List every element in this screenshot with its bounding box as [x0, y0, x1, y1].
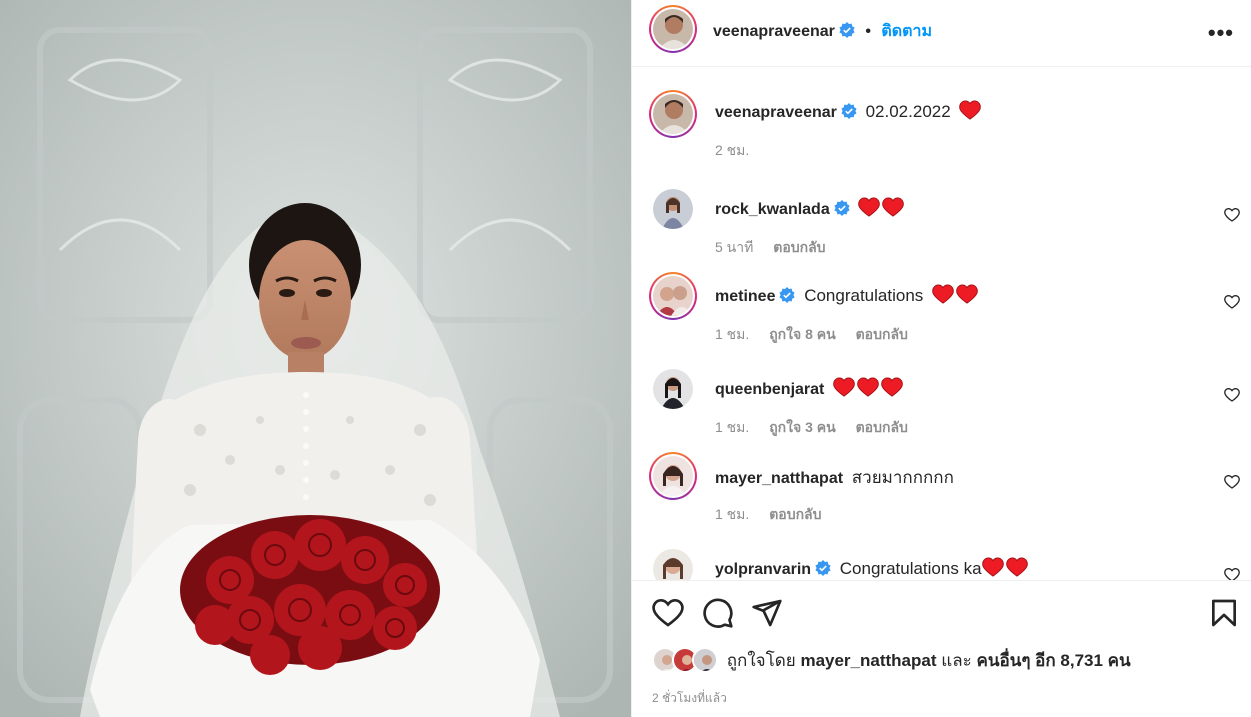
comment-item: yolpranvarin Congratulations ka	[632, 545, 1251, 580]
comment-text: queenbenjarat	[715, 377, 905, 402]
caption-avatar[interactable]	[649, 90, 697, 138]
comment-item: rock_kwanlada 5 นาที ตอบกลับ	[632, 185, 1251, 275]
comment-username[interactable]: mayer_natthapat	[715, 470, 843, 487]
share-send-icon[interactable]	[751, 597, 783, 629]
post-detail-pane: veenapraveenar • ติดตาม ••• veenapraveen…	[631, 0, 1251, 717]
caption-body: 02.02.2022	[865, 102, 951, 121]
comment-item: metinee Congratulations 1 ชม. ถูกใจ 8 คน…	[632, 272, 1251, 362]
reply-button[interactable]: ตอบกลับ	[856, 419, 908, 435]
comment-meta: 5 นาที ตอบกลับ	[715, 237, 842, 259]
post-photo[interactable]	[0, 0, 631, 717]
bookmark-save-icon[interactable]	[1208, 597, 1240, 629]
likes-count[interactable]: คนอื่นๆ อีก 8,731 คน	[977, 651, 1131, 670]
caption-text: veenapraveenar 02.02.2022	[715, 100, 983, 125]
comment-username[interactable]: queenbenjarat	[715, 381, 824, 398]
like-heart-icon[interactable]	[652, 597, 684, 629]
caption-time: 2 ชม.	[715, 142, 750, 158]
comment-username[interactable]: yolpranvarin	[715, 561, 811, 578]
comment-like-heart-icon[interactable]	[1224, 207, 1240, 223]
comment-body: Congratulations ka	[839, 559, 982, 578]
comment-time: 1 ชม.	[715, 419, 750, 435]
bride-photo-illustration	[0, 0, 631, 717]
comment-like-heart-icon[interactable]	[1224, 474, 1240, 490]
post-time-ago[interactable]: 2 ชั่วโมงที่แล้ว	[652, 689, 727, 708]
comment-item: mayer_natthapat สวยมากกกกก 1 ชม. ตอบกลับ	[632, 452, 1251, 542]
comment-meta: 1 ชม. ถูกใจ 8 คน ตอบกลับ	[715, 324, 924, 346]
comment-text: mayer_natthapat สวยมากกกกก	[715, 464, 954, 491]
comment-like-heart-icon[interactable]	[1224, 387, 1240, 403]
verified-badge-icon	[841, 103, 857, 119]
comment-avatar[interactable]	[649, 272, 697, 320]
comment-avatar[interactable]	[653, 189, 693, 229]
liked-by-user[interactable]: mayer_natthapat	[800, 651, 936, 670]
caption-meta: 2 ชม.	[715, 140, 765, 162]
follow-button[interactable]: ติดตาม	[881, 23, 932, 40]
reply-button[interactable]: ตอบกลับ	[773, 239, 825, 255]
reply-button[interactable]: ตอบกลับ	[856, 326, 908, 342]
comment-meta: 1 ชม. ตอบกลับ	[715, 504, 838, 526]
comments-list[interactable]: veenapraveenar 02.02.2022 2 ชม. rock_kwa…	[632, 68, 1251, 580]
verified-badge-icon	[839, 22, 855, 38]
separator-dot: •	[865, 23, 871, 40]
heart-emoji-icon	[858, 197, 906, 222]
verified-badge-icon	[834, 200, 850, 216]
comment-username[interactable]: rock_kwanlada	[715, 201, 830, 218]
comment-avatar[interactable]	[649, 452, 697, 500]
liked-by-prefix: ถูกใจโดย	[726, 651, 796, 670]
comment-time: 1 ชม.	[715, 326, 750, 342]
post-actions: ถูกใจโดย mayer_natthapat และ คนอื่นๆ อีก…	[632, 580, 1251, 717]
caption-username[interactable]: veenapraveenar	[715, 104, 837, 121]
likes-summary: ถูกใจโดย mayer_natthapat และ คนอื่นๆ อีก…	[652, 647, 1131, 674]
reply-button[interactable]: ตอบกลับ	[769, 506, 821, 522]
comment-body: สวยมากกกกก	[851, 468, 954, 487]
comment-meta: 1 ชม. ถูกใจ 3 คน ตอบกลับ	[715, 417, 924, 439]
comment-body: Congratulations	[804, 286, 924, 305]
comment-text: yolpranvarin Congratulations ka	[715, 557, 1030, 580]
heart-emoji-icon	[959, 100, 983, 125]
more-options-icon[interactable]: •••	[1208, 20, 1234, 46]
liked-by-and: และ	[941, 651, 972, 670]
comment-time: 5 นาที	[715, 239, 754, 255]
comment-avatar[interactable]	[653, 369, 693, 409]
comment-time: 1 ชม.	[715, 506, 750, 522]
heart-emoji-icon	[981, 557, 1030, 580]
comment-text: rock_kwanlada	[715, 197, 906, 222]
comment-bubble-icon[interactable]	[702, 597, 734, 629]
heart-emoji-icon	[833, 377, 905, 402]
verified-badge-icon	[815, 560, 831, 576]
comment-username[interactable]: metinee	[715, 288, 775, 305]
comment-likes-count[interactable]: ถูกใจ 8 คน	[769, 326, 836, 342]
author-avatar[interactable]	[649, 5, 697, 53]
author-username[interactable]: veenapraveenar	[713, 23, 835, 40]
caption-item: veenapraveenar 02.02.2022 2 ชม.	[632, 90, 1251, 180]
heart-emoji-icon	[932, 284, 980, 309]
likers-avatars[interactable]	[652, 647, 718, 673]
comment-like-heart-icon[interactable]	[1224, 294, 1240, 310]
header-name-row: veenapraveenar • ติดตาม	[713, 19, 932, 44]
post-header: veenapraveenar • ติดตาม •••	[632, 0, 1251, 67]
liker-avatar	[692, 647, 718, 673]
verified-badge-icon	[779, 287, 796, 303]
comment-item: queenbenjarat 1 ชม. ถูกใจ 3 คน ตอบกลับ	[632, 365, 1251, 455]
comment-text: metinee Congratulations	[715, 284, 980, 309]
comment-likes-count[interactable]: ถูกใจ 3 คน	[769, 419, 836, 435]
comment-like-heart-icon[interactable]	[1224, 567, 1240, 580]
comment-avatar[interactable]	[653, 549, 693, 580]
